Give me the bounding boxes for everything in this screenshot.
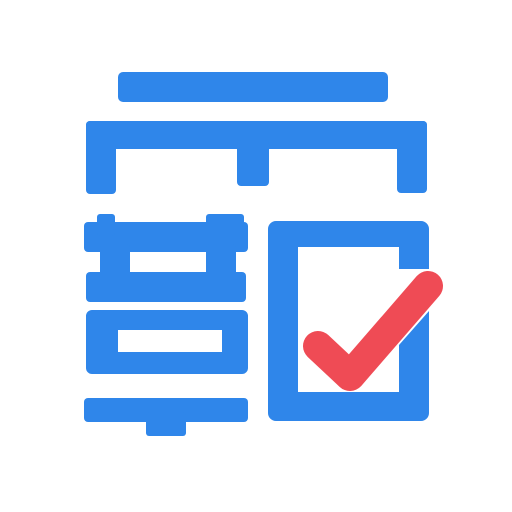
grid-frame-shape [86,310,248,374]
logo-canvas [0,0,512,512]
center-stem-shape [237,140,269,186]
logo-glyph [84,72,429,436]
grid-left-tab-shape [97,214,115,236]
right-leg-shape [397,121,427,193]
grid-middle-bar-shape [86,272,246,302]
form-check-logo-icon [84,72,443,436]
top-bar-shape [118,72,388,102]
grid-foot-shape [146,412,186,436]
left-leg-shape [86,121,116,194]
